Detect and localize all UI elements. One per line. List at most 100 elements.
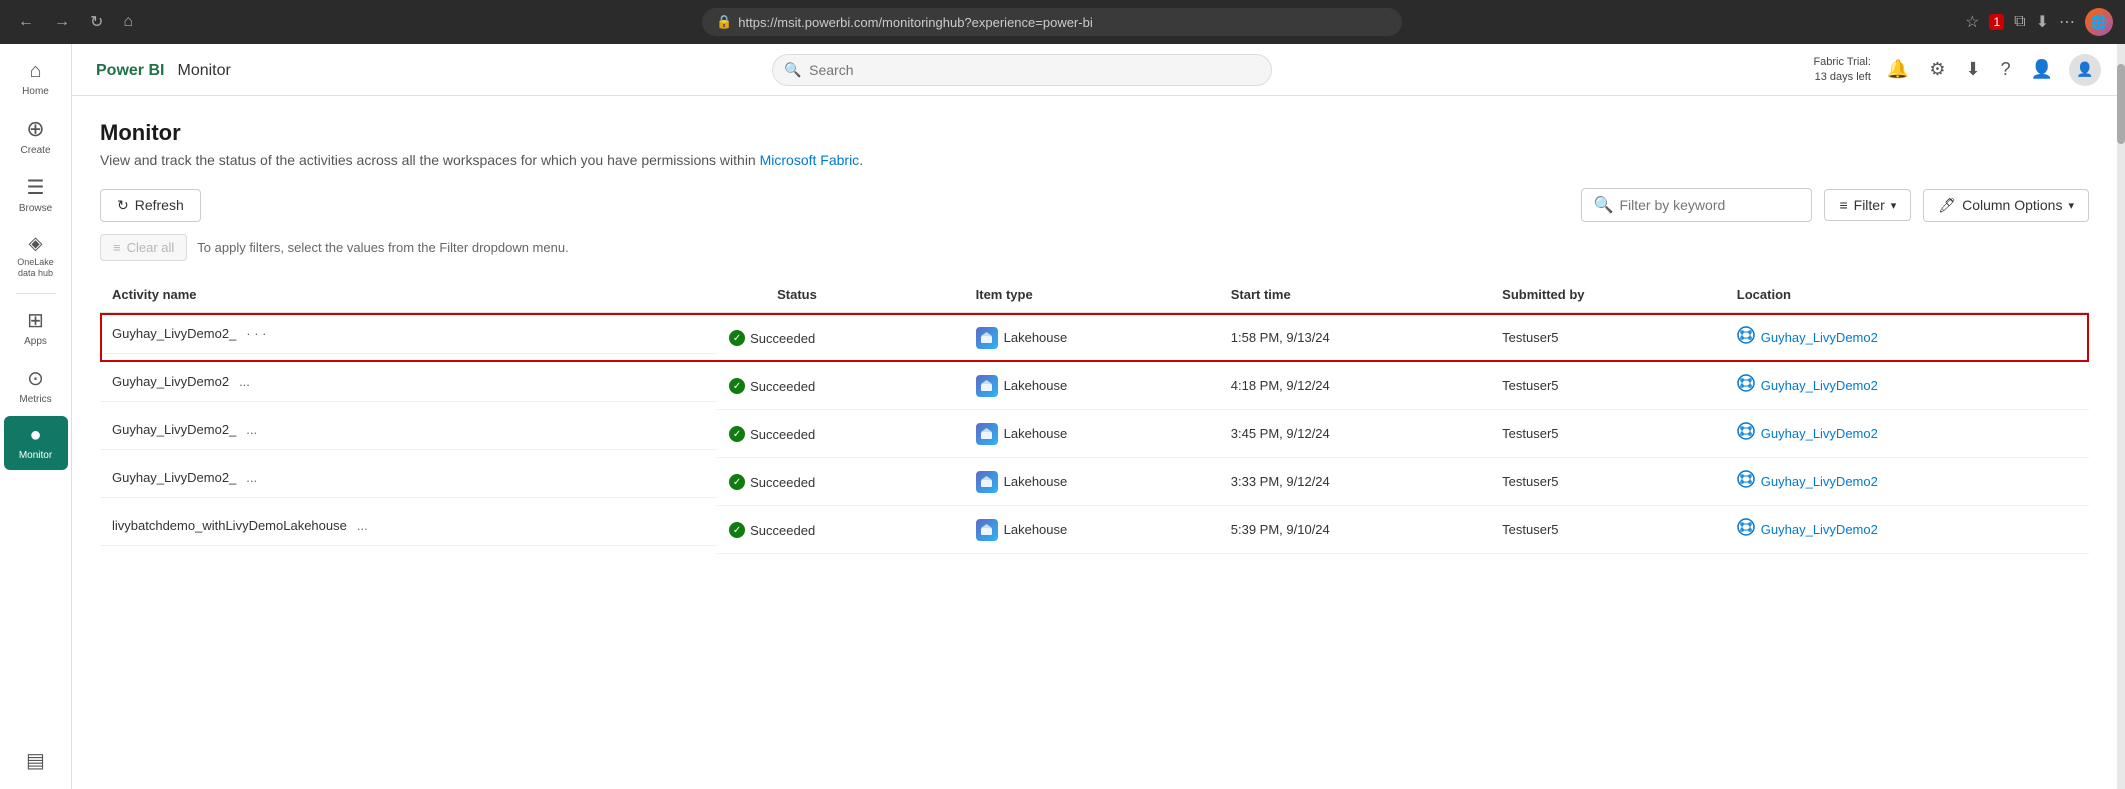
refresh-button[interactable]: ↻ Refresh bbox=[100, 189, 201, 222]
success-icon: ✓ bbox=[729, 426, 745, 442]
fabric-link[interactable]: Microsoft Fabric bbox=[760, 152, 860, 168]
col-header-status[interactable]: Status bbox=[717, 277, 964, 313]
cell-start-time: 3:33 PM, 9/12/24 bbox=[1219, 458, 1490, 506]
location-icon bbox=[1737, 518, 1755, 541]
item-type-text: Lakehouse bbox=[1004, 378, 1068, 393]
location-cell: Guyhay_LivyDemo2 bbox=[1737, 518, 2077, 541]
extensions-icon[interactable]: 1 bbox=[1989, 14, 2004, 30]
download-button[interactable]: ⬇ bbox=[1961, 55, 1984, 84]
item-type-cell: Lakehouse bbox=[976, 519, 1207, 541]
col-header-activity-name[interactable]: Activity name bbox=[100, 277, 717, 313]
activity-name-text: Guyhay_LivyDemo2_ bbox=[112, 422, 236, 437]
more-options-icon[interactable]: ... bbox=[246, 470, 257, 485]
lakehouse-icon bbox=[976, 375, 998, 397]
top-bar: Power BI Monitor 🔍 Fabric Trial: 13 days… bbox=[72, 44, 2117, 96]
refresh-icon: ↻ bbox=[117, 197, 129, 214]
col-header-submitted-by[interactable]: Submitted by bbox=[1490, 277, 1725, 313]
browser-home-button[interactable]: ⌂ bbox=[117, 9, 139, 35]
sidebar-item-create[interactable]: ⊕ Create bbox=[4, 108, 68, 165]
more-options-icon[interactable]: ... bbox=[357, 518, 368, 533]
location-icon bbox=[1737, 326, 1755, 349]
sidebar-item-onelake[interactable]: ◈ OneLake data hub bbox=[4, 225, 68, 287]
more-browser-icon[interactable]: ⋯ bbox=[2059, 12, 2075, 32]
table-header-row: Activity name Status Item type Start tim… bbox=[100, 277, 2089, 313]
col-header-item-type[interactable]: Item type bbox=[964, 277, 1219, 313]
workspaces-icon: ▤ bbox=[26, 748, 45, 773]
lakehouse-icon bbox=[976, 327, 998, 349]
cell-item-type: Lakehouse bbox=[964, 362, 1219, 410]
sidebar-item-browse[interactable]: ☰ Browse bbox=[4, 167, 68, 223]
table-row[interactable]: Guyhay_LivyDemo2_· · · ✓ Succeeded Lakeh… bbox=[100, 313, 2089, 362]
table-row[interactable]: Guyhay_LivyDemo2... ✓ Succeeded Lakehous… bbox=[100, 362, 2089, 410]
col-header-location[interactable]: Location bbox=[1725, 277, 2089, 313]
help-button[interactable]: ? bbox=[1997, 55, 2015, 84]
item-type-cell: Lakehouse bbox=[976, 375, 1207, 397]
more-options-icon[interactable]: ... bbox=[246, 422, 257, 437]
cell-submitted-by: Testuser5 bbox=[1490, 506, 1725, 554]
notification-button[interactable]: 🔔 bbox=[1883, 55, 1913, 84]
settings-button[interactable]: ⚙ bbox=[1925, 55, 1949, 84]
location-cell: Guyhay_LivyDemo2 bbox=[1737, 374, 2077, 397]
save-icon[interactable]: ⬇ bbox=[2036, 12, 2049, 32]
col-header-start-time[interactable]: Start time bbox=[1219, 277, 1490, 313]
browser-forward-button[interactable]: → bbox=[48, 9, 76, 35]
table-row[interactable]: Guyhay_LivyDemo2_... ✓ Succeeded Lakehou… bbox=[100, 410, 2089, 458]
status-text: Succeeded bbox=[750, 379, 815, 394]
location-cell: Guyhay_LivyDemo2 bbox=[1737, 470, 2077, 493]
cell-activity-name: livybatchdemo_withLivyDemoLakehouse... bbox=[100, 506, 717, 546]
page-subtitle: View and track the status of the activit… bbox=[100, 152, 2089, 168]
more-options-icon[interactable]: · · · bbox=[246, 326, 266, 341]
status-badge: ✓ Succeeded bbox=[729, 426, 815, 442]
item-type-text: Lakehouse bbox=[1004, 474, 1068, 489]
browser-chrome: ← → ↻ ⌂ 🔒 https://msit.powerbi.com/monit… bbox=[0, 0, 2125, 44]
cell-start-time: 3:45 PM, 9/12/24 bbox=[1219, 410, 1490, 458]
filter-button[interactable]: ≡ Filter ▾ bbox=[1824, 189, 1911, 221]
browser-back-button[interactable]: ← bbox=[12, 9, 40, 35]
star-icon[interactable]: ☆ bbox=[1965, 12, 1979, 32]
avatar[interactable]: 👤 bbox=[2069, 54, 2101, 86]
lock-icon: 🔒 bbox=[716, 14, 732, 30]
location-text: Guyhay_LivyDemo2 bbox=[1761, 474, 1878, 489]
success-icon: ✓ bbox=[729, 330, 745, 346]
clear-all-button[interactable]: ≡ Clear all bbox=[100, 234, 187, 261]
sidebar-item-apps[interactable]: ⊞ Apps bbox=[4, 300, 68, 356]
top-search: 🔍 bbox=[772, 54, 1272, 86]
toolbar: ↻ Refresh 🔍 ≡ Filter ▾ 🖊 Column Options … bbox=[100, 188, 2089, 222]
table-row[interactable]: Guyhay_LivyDemo2_... ✓ Succeeded Lakehou… bbox=[100, 458, 2089, 506]
table-row[interactable]: livybatchdemo_withLivyDemoLakehouse... ✓… bbox=[100, 506, 2089, 554]
sidebar-item-metrics[interactable]: ⊙ Metrics bbox=[4, 358, 68, 414]
cell-submitted-by: Testuser5 bbox=[1490, 313, 1725, 362]
filter-chevron-icon: ▾ bbox=[1891, 199, 1897, 212]
lakehouse-icon bbox=[976, 423, 998, 445]
sidebar-item-monitor[interactable]: ● Monitor bbox=[4, 416, 68, 470]
profile-icon[interactable]: 🌐 bbox=[2085, 8, 2113, 36]
share-button[interactable]: 👤 bbox=[2027, 55, 2057, 84]
sidebar-item-workspaces[interactable]: ▤ bbox=[4, 740, 68, 781]
home-icon: ⌂ bbox=[29, 60, 41, 83]
activity-name-text: livybatchdemo_withLivyDemoLakehouse bbox=[112, 518, 347, 533]
scrollbar[interactable] bbox=[2117, 44, 2125, 789]
column-options-button[interactable]: 🖊 Column Options ▾ bbox=[1923, 189, 2089, 222]
search-icon: 🔍 bbox=[784, 61, 801, 78]
splitscreen-icon[interactable]: ⧉ bbox=[2014, 13, 2025, 31]
scrollbar-thumb[interactable] bbox=[2117, 64, 2125, 144]
app-logo[interactable]: Power BI Monitor bbox=[88, 59, 231, 80]
column-options-chevron-icon: ▾ bbox=[2068, 199, 2074, 212]
search-input[interactable] bbox=[772, 54, 1272, 86]
address-bar[interactable]: 🔒 https://msit.powerbi.com/monitoringhub… bbox=[702, 8, 1402, 36]
filter-search-icon: 🔍 bbox=[1594, 195, 1614, 215]
status-text: Succeeded bbox=[750, 427, 815, 442]
location-text: Guyhay_LivyDemo2 bbox=[1761, 426, 1878, 441]
item-type-cell: Lakehouse bbox=[976, 327, 1207, 349]
success-icon: ✓ bbox=[729, 474, 745, 490]
cell-start-time: 5:39 PM, 9/10/24 bbox=[1219, 506, 1490, 554]
column-options-label: Column Options bbox=[1962, 197, 2062, 213]
sidebar-item-home[interactable]: ⌂ Home bbox=[4, 52, 68, 106]
more-options-icon[interactable]: ... bbox=[239, 374, 250, 389]
browser-refresh-button[interactable]: ↻ bbox=[84, 8, 109, 36]
column-options-icon: 🖊 bbox=[1938, 197, 1956, 214]
cell-activity-name: Guyhay_LivyDemo2... bbox=[100, 362, 717, 402]
filter-keyword-input[interactable] bbox=[1619, 197, 1799, 213]
apps-icon: ⊞ bbox=[27, 308, 44, 333]
browser-actions: ☆ 1 ⧉ ⬇ ⋯ 🌐 bbox=[1965, 8, 2113, 36]
